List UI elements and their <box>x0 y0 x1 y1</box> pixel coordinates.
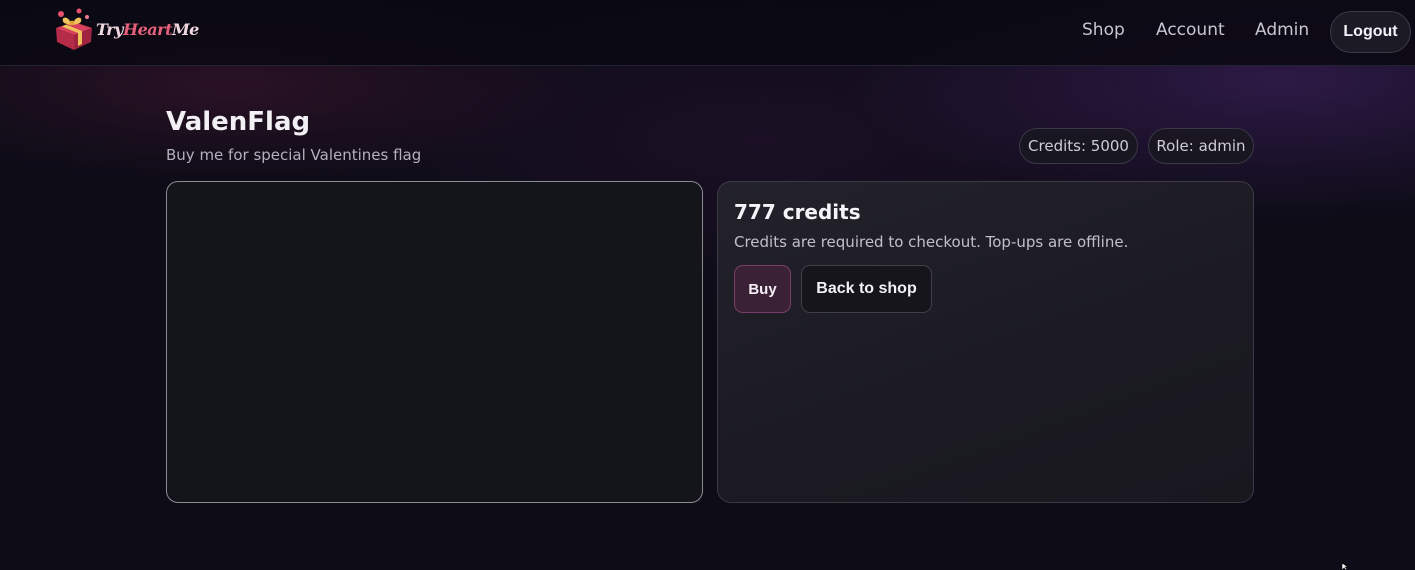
nav-link-shop[interactable]: Shop <box>1082 20 1125 40</box>
checkout-note: Credits are required to checkout. Top-up… <box>734 233 1129 251</box>
role-badge: Role: admin <box>1148 128 1254 164</box>
product-price: 777 credits <box>734 200 861 224</box>
page-title: ValenFlag <box>166 107 311 137</box>
back-to-shop-button[interactable]: Back to shop <box>801 265 932 313</box>
top-navbar: TryHeartMe Shop Account Admin Logout <box>0 0 1415 66</box>
logo-word-me: Me <box>171 20 199 39</box>
logo-wordmark: TryHeartMe <box>96 20 199 39</box>
logout-button[interactable]: Logout <box>1330 11 1411 53</box>
site-logo[interactable]: TryHeartMe <box>50 6 199 54</box>
credits-badge: Credits: 5000 <box>1019 128 1138 164</box>
gift-heart-logo-icon <box>56 8 92 50</box>
nav-link-admin[interactable]: Admin <box>1255 20 1309 40</box>
logo-word-try: Try <box>96 20 123 39</box>
buy-button[interactable]: Buy <box>734 265 791 313</box>
mouse-pointer-icon <box>1342 563 1349 570</box>
page-subtitle: Buy me for special Valentines flag <box>166 146 422 164</box>
product-image-placeholder <box>166 181 703 503</box>
nav-link-account[interactable]: Account <box>1156 20 1225 40</box>
product-detail-card: 777 credits Credits are required to chec… <box>717 181 1254 503</box>
logo-word-heart: Heart <box>122 20 172 39</box>
